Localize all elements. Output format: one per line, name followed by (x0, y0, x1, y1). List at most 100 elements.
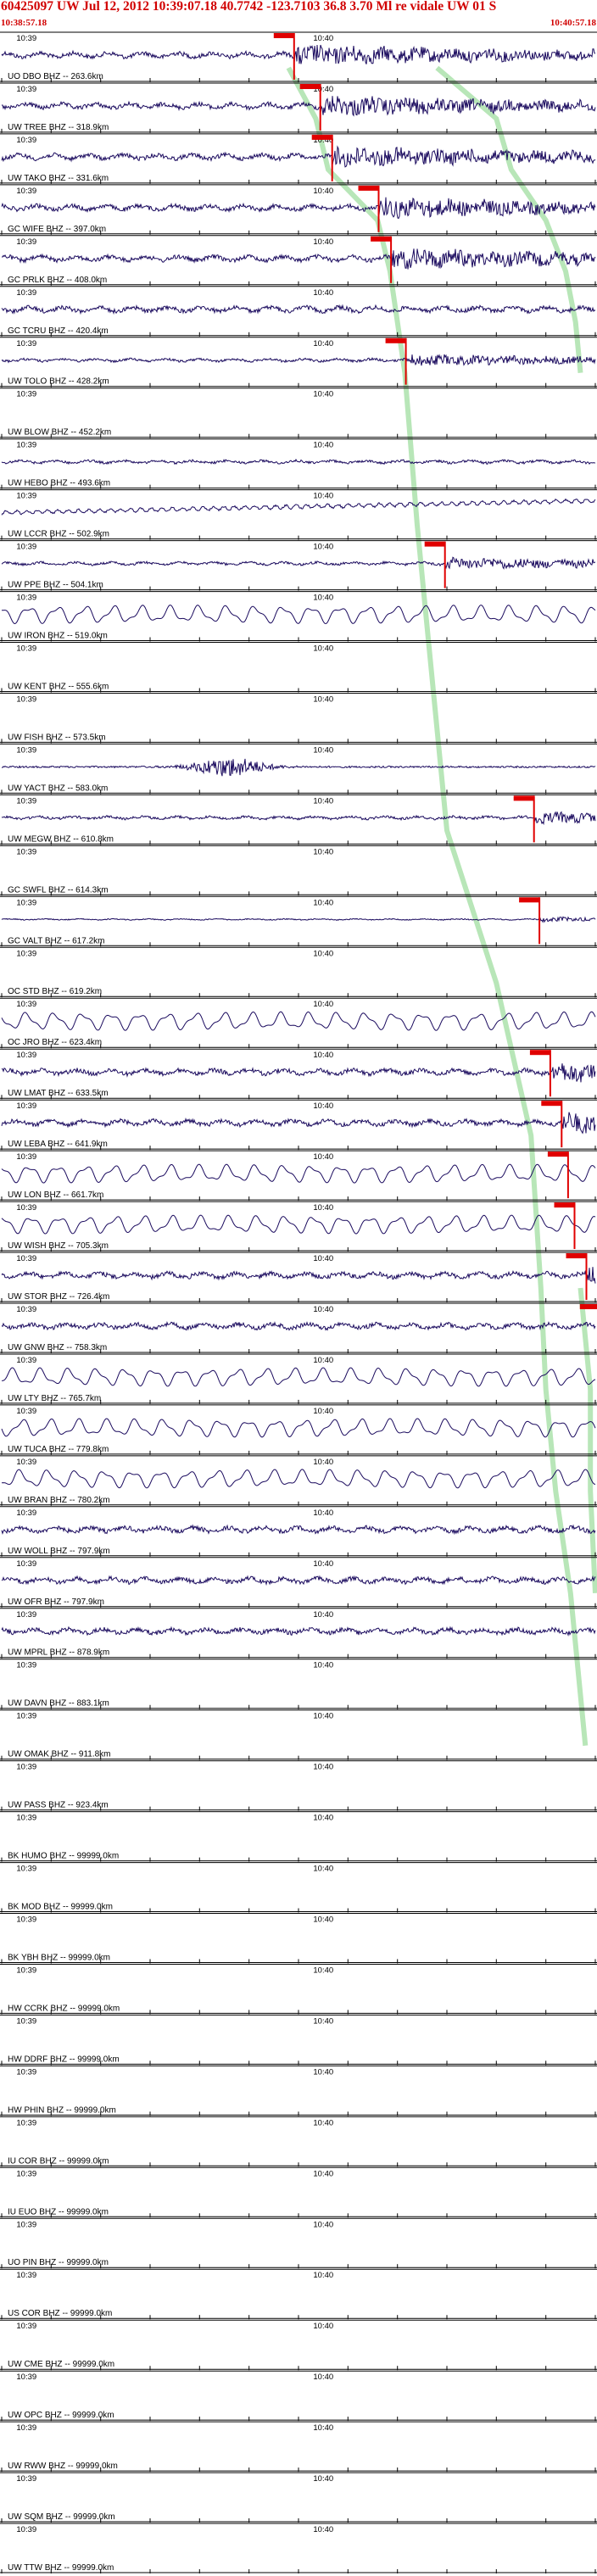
time-label-1040: 10:40 (313, 1356, 333, 1365)
time-label-1040: 10:40 (313, 2474, 333, 2484)
time-label-1039: 10:39 (16, 898, 36, 907)
time-label-1039: 10:39 (16, 1508, 36, 1518)
station-label: IU EUO BHZ -- 99999.0km (8, 2207, 109, 2216)
station-label: BK HUMO BHZ -- 99999.0km (8, 1852, 119, 1861)
station-panel: 10:39 10:40 UW YACT BHZ -- 583.0km (0, 743, 597, 795)
station-label: UW IRON BHZ -- 519.0km (8, 632, 108, 641)
time-label-1040: 10:40 (313, 1559, 333, 1569)
time-label-1039: 10:39 (16, 1559, 36, 1569)
station-label: UW KENT BHZ -- 555.6km (8, 683, 109, 692)
time-label-1040: 10:40 (313, 1203, 333, 1213)
time-label-1040: 10:40 (313, 1814, 333, 1823)
time-label-1040: 10:40 (313, 1407, 333, 1416)
time-label-1040: 10:40 (313, 1254, 333, 1263)
station-label: UW MPRL BHZ -- 878.9km (8, 1648, 109, 1658)
time-label-1040: 10:40 (313, 237, 333, 247)
station-panel: 10:39 10:40 HW CCRK BHZ -- 99999.0km (0, 1964, 597, 2015)
time-label-1039: 10:39 (16, 2474, 36, 2484)
station-label: HW DDRF BHZ -- 99999.0km (8, 2055, 120, 2064)
time-label-1039: 10:39 (16, 543, 36, 552)
time-label-1039: 10:39 (16, 1915, 36, 1925)
time-label-1039: 10:39 (16, 1305, 36, 1314)
time-label-1040: 10:40 (313, 2372, 333, 2382)
time-label-1040: 10:40 (313, 2067, 333, 2077)
time-label-1040: 10:40 (313, 1763, 333, 1772)
station-label: BK YBH BHZ -- 99999.0km (8, 1954, 110, 1963)
time-label-1040: 10:40 (313, 745, 333, 755)
station-panel: 10:39 10:40 IU EUO BHZ -- 99999.0km (0, 2166, 597, 2218)
pick-flag (311, 134, 332, 140)
time-label-1040: 10:40 (313, 339, 333, 348)
time-label-1039: 10:39 (16, 187, 36, 196)
time-label-1040: 10:40 (313, 1101, 333, 1111)
waveform-trace (1, 811, 596, 826)
time-label-1040: 10:40 (313, 2423, 333, 2433)
station-panel: 10:39 10:40 UW OMAK BHZ -- 911.8km (0, 1709, 597, 1760)
station-panel: 10:39 10:40 GC VALT BHZ -- 617.2km (0, 895, 597, 947)
time-label-1040: 10:40 (313, 1915, 333, 1925)
station-panel: 10:39 10:40 IU COR BHZ -- 99999.0km (0, 2116, 597, 2167)
station-panel: 10:39 10:40 UW MPRL BHZ -- 878.9km (0, 1608, 597, 1659)
time-label-1039: 10:39 (16, 847, 36, 856)
time-label-1039: 10:39 (16, 1458, 36, 1467)
time-label-1040: 10:40 (313, 543, 333, 552)
station-label: IU COR BHZ -- 99999.0km (8, 2156, 109, 2166)
time-label-1039: 10:39 (16, 1254, 36, 1263)
waveform-trace (1, 1163, 596, 1184)
waveform-trace (1, 44, 596, 64)
station-label: UW LMAT BHZ -- 633.5km (8, 1089, 109, 1098)
time-label-1039: 10:39 (16, 1051, 36, 1060)
time-label-1040: 10:40 (313, 2220, 333, 2229)
time-label-1039: 10:39 (16, 2423, 36, 2433)
time-label-1040: 10:40 (313, 187, 333, 196)
waveform-trace (1, 1214, 596, 1235)
waveform-trace (1, 498, 596, 516)
station-label: UW LCCR BHZ -- 502.9km (8, 530, 109, 539)
waveform-trace (1, 197, 596, 220)
station-panel: 10:39 10:40 UW CME BHZ -- 99999.0km (0, 2319, 597, 2371)
pick-flag (371, 236, 392, 242)
pick-flag (541, 1101, 562, 1107)
time-label-1039: 10:39 (16, 1610, 36, 1620)
time-label-1039: 10:39 (16, 1763, 36, 1772)
time-label-1040: 10:40 (313, 2322, 333, 2331)
time-label-1039: 10:39 (16, 1101, 36, 1111)
pick-flag (519, 897, 540, 903)
waveform-trace (1, 1321, 596, 1331)
time-label-1039: 10:39 (16, 85, 36, 94)
travel-time-curves (286, 65, 597, 1746)
time-label-1039: 10:39 (16, 1661, 36, 1670)
station-label: UW PPE BHZ -- 504.1km (8, 581, 103, 590)
station-panel: 10:39 10:40 BK HUMO BHZ -- 99999.0km (0, 1811, 597, 1862)
station-label: UW LEBA BHZ -- 641.9km (8, 1140, 108, 1149)
time-label-1040: 10:40 (313, 1152, 333, 1162)
station-panel: 10:39 10:40 UW WISH BHZ -- 705.3km (0, 1201, 597, 1252)
station-panel: 10:39 10:40 US COR BHZ -- 99999.0km (0, 2268, 597, 2320)
time-label-1039: 10:39 (16, 2322, 36, 2331)
travel-time-curve (577, 1287, 597, 1593)
station-label: UW GNW BHZ -- 758.3km (8, 1343, 107, 1352)
station-panel: 10:39 10:40 UW WOLL BHZ -- 797.9km (0, 1506, 597, 1557)
time-label-1039: 10:39 (16, 1712, 36, 1721)
station-panel: 10:39 10:40 UW LCCR BHZ -- 502.9km (0, 489, 597, 540)
station-label: UO PIN BHZ -- 99999.0km (8, 2258, 109, 2267)
time-label-1040: 10:40 (313, 1000, 333, 1009)
time-label-1040: 10:40 (313, 1966, 333, 1976)
waveform-trace (1, 354, 596, 366)
station-panel: 10:39 10:40 UW BLOW BHZ -- 452.2km (0, 388, 597, 438)
time-label-1040: 10:40 (313, 1458, 333, 1467)
time-label-1040: 10:40 (313, 695, 333, 705)
time-label-1040: 10:40 (313, 2016, 333, 2026)
station-label: UW HEBO BHZ -- 493.6km (8, 479, 110, 488)
pick-flag (566, 1253, 587, 1258)
station-label: GC PRLK BHZ -- 408.0km (8, 276, 107, 285)
pick-flag (547, 1151, 568, 1157)
station-panel: 10:39 10:40 UW GNW BHZ -- 758.3km (0, 1302, 597, 1353)
time-label-1040: 10:40 (313, 1305, 333, 1314)
waveform-trace (1, 1063, 596, 1083)
waveform-trace (1, 248, 596, 270)
station-label: US COR BHZ -- 99999.0km (8, 2309, 112, 2318)
time-label-1040: 10:40 (313, 2271, 333, 2280)
station-label: BK MOD BHZ -- 99999.0km (8, 1903, 113, 1912)
time-label-1039: 10:39 (16, 1814, 36, 1823)
